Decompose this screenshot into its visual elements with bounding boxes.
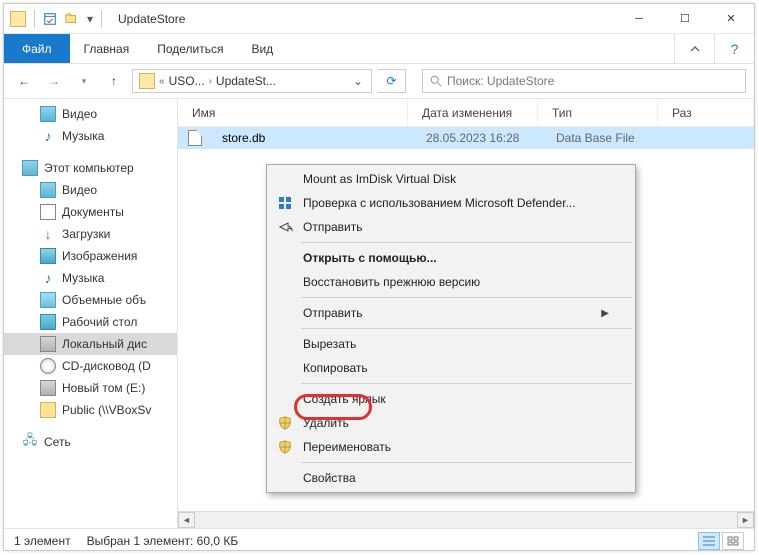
menu-sendto[interactable]: Отправить▶: [269, 301, 633, 325]
nav-tree: Видео ♪Музыка Этот компьютер Видео Докум…: [4, 99, 178, 528]
tree-video2[interactable]: Видео: [4, 179, 177, 201]
refresh-button[interactable]: ⟳: [378, 69, 406, 93]
tab-view[interactable]: Вид: [237, 34, 287, 63]
submenu-arrow-icon: ▶: [601, 308, 609, 319]
ribbon-expand-icon[interactable]: [674, 34, 714, 63]
menu-defender[interactable]: Проверка с использованием Microsoft Defe…: [269, 191, 633, 215]
shield-icon: [277, 439, 293, 455]
breadcrumb-seg[interactable]: UpdateSt...: [212, 74, 280, 88]
column-size[interactable]: Раз: [658, 99, 754, 126]
nav-up-button[interactable]: ↑: [102, 69, 126, 93]
titlebar: ▾ UpdateStore ─ ☐ ✕: [4, 4, 754, 34]
tree-music2[interactable]: ♪Музыка: [4, 267, 177, 289]
close-button[interactable]: ✕: [708, 4, 754, 34]
file-name: store.db: [208, 131, 412, 145]
tree-thispc[interactable]: Этот компьютер: [4, 157, 177, 179]
tab-home[interactable]: Главная: [70, 34, 144, 63]
tree-documents[interactable]: Документы: [4, 201, 177, 223]
defender-icon: [277, 195, 293, 211]
window-title: UpdateStore: [118, 12, 185, 26]
tree-cd[interactable]: CD-дисковод (D: [4, 355, 177, 377]
nav-back-button[interactable]: ←: [12, 69, 36, 93]
minimize-button[interactable]: ─: [616, 4, 662, 34]
nav-forward-button: →: [42, 69, 66, 93]
file-icon: [188, 130, 202, 146]
qat-properties[interactable]: [39, 8, 61, 30]
menu-properties[interactable]: Свойства: [269, 466, 633, 490]
menu-rename[interactable]: Переименовать: [269, 435, 633, 459]
folder-icon: [10, 11, 26, 27]
address-bar: ← → ▾ ↑ « USO... › UpdateSt... ⌄ ⟳ Поиск…: [4, 64, 754, 98]
search-icon: [429, 74, 443, 88]
shield-icon: [277, 415, 293, 431]
view-details-icon[interactable]: [698, 532, 720, 550]
tree-3dobjects[interactable]: Объемные объ: [4, 289, 177, 311]
column-name[interactable]: Имя: [178, 99, 408, 126]
folder-icon: [139, 73, 155, 89]
menu-copy[interactable]: Копировать: [269, 356, 633, 380]
tree-public[interactable]: Public (\\VBoxSv: [4, 399, 177, 421]
view-icons-icon[interactable]: [722, 532, 744, 550]
menu-openwith[interactable]: Открыть с помощью...: [269, 246, 633, 270]
scroll-left-icon[interactable]: ◄: [178, 512, 195, 528]
tree-localdisk[interactable]: Локальный дис: [4, 333, 177, 355]
maximize-button[interactable]: ☐: [662, 4, 708, 34]
menu-share[interactable]: Отправить: [269, 215, 633, 239]
share-icon: [277, 219, 293, 235]
menu-mount[interactable]: Mount as ImDisk Virtual Disk: [269, 167, 633, 191]
search-input[interactable]: Поиск: UpdateStore: [422, 69, 746, 93]
breadcrumb-seg[interactable]: USO...: [165, 74, 209, 88]
qat-dropdown-icon[interactable]: ▾: [83, 8, 97, 30]
menu-restore[interactable]: Восстановить прежнюю версию: [269, 270, 633, 294]
tree-video[interactable]: Видео: [4, 103, 177, 125]
tree-newvol[interactable]: Новый том (E:): [4, 377, 177, 399]
ribbon: Файл Главная Поделиться Вид ?: [4, 34, 754, 64]
explorer-window: ▾ UpdateStore ─ ☐ ✕ Файл Главная Поделит…: [3, 3, 755, 551]
file-type: Data Base File: [542, 131, 692, 145]
menu-shortcut[interactable]: Создать ярлык: [269, 387, 633, 411]
tree-network[interactable]: 🖧Сеть: [4, 431, 177, 453]
menu-delete[interactable]: Удалить: [269, 411, 633, 435]
scrollbar-horizontal[interactable]: ◄ ►: [178, 511, 754, 528]
file-row[interactable]: store.db 28.05.2023 16:28 Data Base File: [178, 127, 754, 149]
scroll-right-icon[interactable]: ►: [737, 512, 754, 528]
tree-downloads[interactable]: ↓Загрузки: [4, 223, 177, 245]
tab-file[interactable]: Файл: [4, 34, 70, 63]
tree-music[interactable]: ♪Музыка: [4, 125, 177, 147]
help-button[interactable]: ?: [714, 34, 754, 63]
column-type[interactable]: Тип: [538, 99, 658, 126]
context-menu: Mount as ImDisk Virtual Disk Проверка с …: [266, 164, 636, 493]
breadcrumb-dropdown-icon[interactable]: ⌄: [347, 74, 369, 88]
search-placeholder: Поиск: UpdateStore: [447, 74, 554, 88]
status-selected: Выбран 1 элемент: 60,0 КБ: [87, 534, 239, 548]
file-date: 28.05.2023 16:28: [412, 131, 542, 145]
nav-recent-icon[interactable]: ▾: [72, 69, 96, 93]
breadcrumb[interactable]: « USO... › UpdateSt... ⌄: [132, 69, 372, 93]
column-date[interactable]: Дата изменения: [408, 99, 538, 126]
qat-new-folder[interactable]: [61, 8, 83, 30]
status-bar: 1 элемент Выбран 1 элемент: 60,0 КБ: [4, 528, 754, 552]
tab-share[interactable]: Поделиться: [143, 34, 237, 63]
tree-desktop[interactable]: Рабочий стол: [4, 311, 177, 333]
menu-cut[interactable]: Вырезать: [269, 332, 633, 356]
status-count: 1 элемент: [14, 534, 71, 548]
tree-images[interactable]: Изображения: [4, 245, 177, 267]
